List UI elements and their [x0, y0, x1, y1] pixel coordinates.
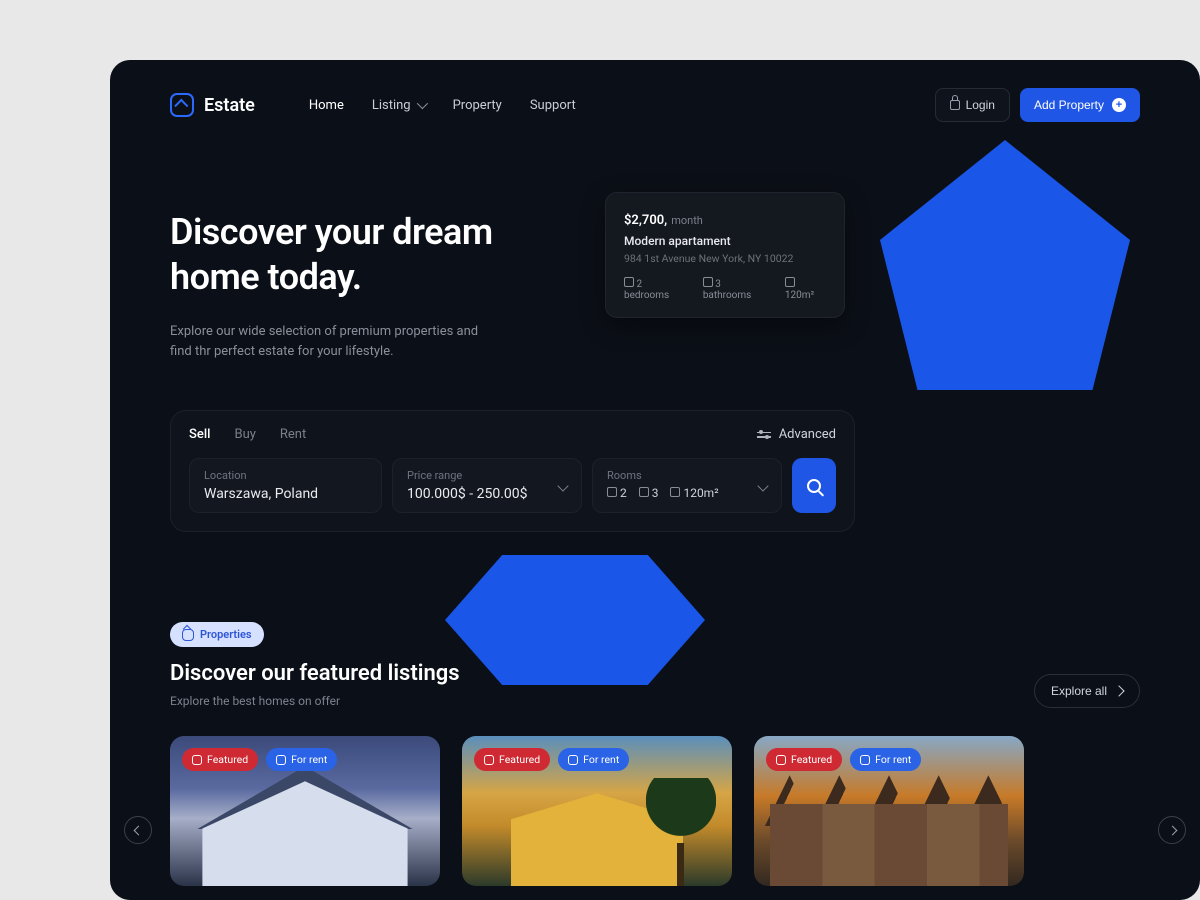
- house-icon: [276, 755, 286, 765]
- section-title: Discover our featured listings: [170, 661, 460, 686]
- hero-title-line2: home today.: [170, 256, 362, 298]
- location-field[interactable]: Location Warszawa, Poland: [189, 458, 382, 513]
- add-property-button[interactable]: Add Property +: [1020, 88, 1140, 122]
- rooms-field[interactable]: Rooms 2 3 120m²: [592, 458, 782, 513]
- rooms-label: Rooms: [607, 469, 767, 482]
- location-label: Location: [204, 469, 367, 482]
- card-beds: 2 bedrooms: [624, 277, 689, 301]
- featured-property-card[interactable]: $2,700, month Modern apartament 984 1st …: [605, 192, 845, 318]
- card-area-text: 120m²: [785, 290, 814, 301]
- rooms-beds: 2: [620, 486, 627, 500]
- card-area: 120m²: [785, 277, 826, 301]
- featured-text: Featured: [791, 753, 832, 766]
- for-rent-text: For rent: [291, 753, 327, 766]
- brand-logo[interactable]: Estate: [170, 93, 255, 117]
- main-nav: Home Listing Property Support: [309, 98, 576, 113]
- listing-card[interactable]: Featured For rent: [754, 736, 1024, 886]
- bed-icon: [607, 487, 617, 497]
- chevron-left-icon: [133, 825, 143, 835]
- bed-icon: [624, 277, 634, 287]
- hero: Discover your dream home today. Explore …: [170, 210, 1140, 362]
- house-illustration: [770, 804, 1008, 887]
- plus-circle-icon: +: [1112, 98, 1126, 112]
- carousel-prev[interactable]: [124, 816, 152, 844]
- nav-listing-label: Listing: [372, 98, 411, 113]
- house-icon: [192, 755, 202, 765]
- for-rent-text: For rent: [875, 753, 911, 766]
- tab-sell[interactable]: Sell: [189, 427, 210, 442]
- featured-text: Featured: [207, 753, 248, 766]
- location-value: Warszawa, Poland: [204, 486, 367, 502]
- search-icon: [807, 479, 821, 493]
- chevron-down-icon: [416, 98, 427, 109]
- card-property-name: Modern apartament: [624, 234, 826, 248]
- featured-tag: Featured: [474, 748, 550, 771]
- hero-title: Discover your dream home today.: [170, 210, 493, 300]
- tree-illustration: [646, 778, 716, 886]
- house-icon: [484, 755, 494, 765]
- section-subtitle: Explore the best homes on offer: [170, 694, 460, 708]
- listings-row: Featured For rent Featured For rent Feat…: [170, 736, 1140, 886]
- house-illustration: [202, 781, 407, 886]
- rooms-baths: 3: [652, 486, 659, 500]
- nav-listing[interactable]: Listing: [372, 98, 425, 113]
- featured-tag: Featured: [182, 748, 258, 771]
- area-icon: [670, 487, 680, 497]
- properties-pill: Properties: [170, 622, 264, 647]
- listing-card[interactable]: Featured For rent: [170, 736, 440, 886]
- tab-buy[interactable]: Buy: [234, 427, 255, 442]
- rooms-value: 2 3 120m²: [607, 486, 767, 500]
- for-rent-tag: For rent: [558, 748, 629, 771]
- bath-icon: [639, 487, 649, 497]
- card-price: $2,700,: [624, 213, 667, 228]
- pill-label: Properties: [200, 628, 252, 641]
- house-logo-icon: [170, 93, 194, 117]
- nav-property-label: Property: [453, 98, 502, 113]
- featured-text: Featured: [499, 753, 540, 766]
- for-rent-tag: For rent: [266, 748, 337, 771]
- hero-title-line1: Discover your dream: [170, 211, 493, 253]
- nav-home-label: Home: [309, 98, 344, 113]
- house-icon: [182, 629, 194, 641]
- for-rent-tag: For rent: [850, 748, 921, 771]
- house-icon: [568, 755, 578, 765]
- arrow-right-icon: [1113, 686, 1124, 697]
- search-button[interactable]: [792, 458, 836, 513]
- explore-all-button[interactable]: Explore all: [1034, 674, 1140, 708]
- advanced-label: Advanced: [779, 427, 836, 442]
- area-icon: [785, 277, 795, 287]
- nav-home[interactable]: Home: [309, 98, 344, 113]
- lock-icon: [950, 100, 960, 110]
- advanced-filters[interactable]: Advanced: [757, 427, 836, 442]
- house-icon: [776, 755, 786, 765]
- login-label: Login: [966, 98, 995, 112]
- chevron-right-icon: [1167, 825, 1177, 835]
- nav-property[interactable]: Property: [453, 98, 502, 113]
- nav-support[interactable]: Support: [530, 98, 576, 113]
- house-icon: [860, 755, 870, 765]
- hero-subtitle: Explore our wide selection of premium pr…: [170, 322, 490, 362]
- featured-tag: Featured: [766, 748, 842, 771]
- price-value: 100.000$ - 250.00$: [407, 486, 567, 502]
- featured-section: Properties Discover our featured listing…: [170, 622, 1140, 886]
- card-baths: 3 bathrooms: [703, 277, 771, 301]
- explore-label: Explore all: [1051, 684, 1107, 698]
- header: Estate Home Listing Property Support Log…: [170, 88, 1140, 122]
- price-label: Price range: [407, 469, 567, 482]
- card-price-per: month: [671, 214, 703, 227]
- bath-icon: [703, 277, 713, 287]
- add-property-label: Add Property: [1034, 98, 1104, 112]
- search-panel: Sell Buy Rent Advanced Location Warszawa…: [170, 410, 855, 532]
- carousel-next[interactable]: [1158, 816, 1186, 844]
- price-range-field[interactable]: Price range 100.000$ - 250.00$: [392, 458, 582, 513]
- for-rent-text: For rent: [583, 753, 619, 766]
- nav-support-label: Support: [530, 98, 576, 113]
- rooms-area: 120m²: [683, 486, 718, 500]
- card-address: 984 1st Avenue New York, NY 10022: [624, 252, 826, 265]
- login-button[interactable]: Login: [935, 88, 1010, 122]
- brand-name: Estate: [204, 95, 255, 116]
- sliders-icon: [757, 432, 771, 438]
- listing-card[interactable]: Featured For rent: [462, 736, 732, 886]
- tab-rent[interactable]: Rent: [280, 427, 306, 442]
